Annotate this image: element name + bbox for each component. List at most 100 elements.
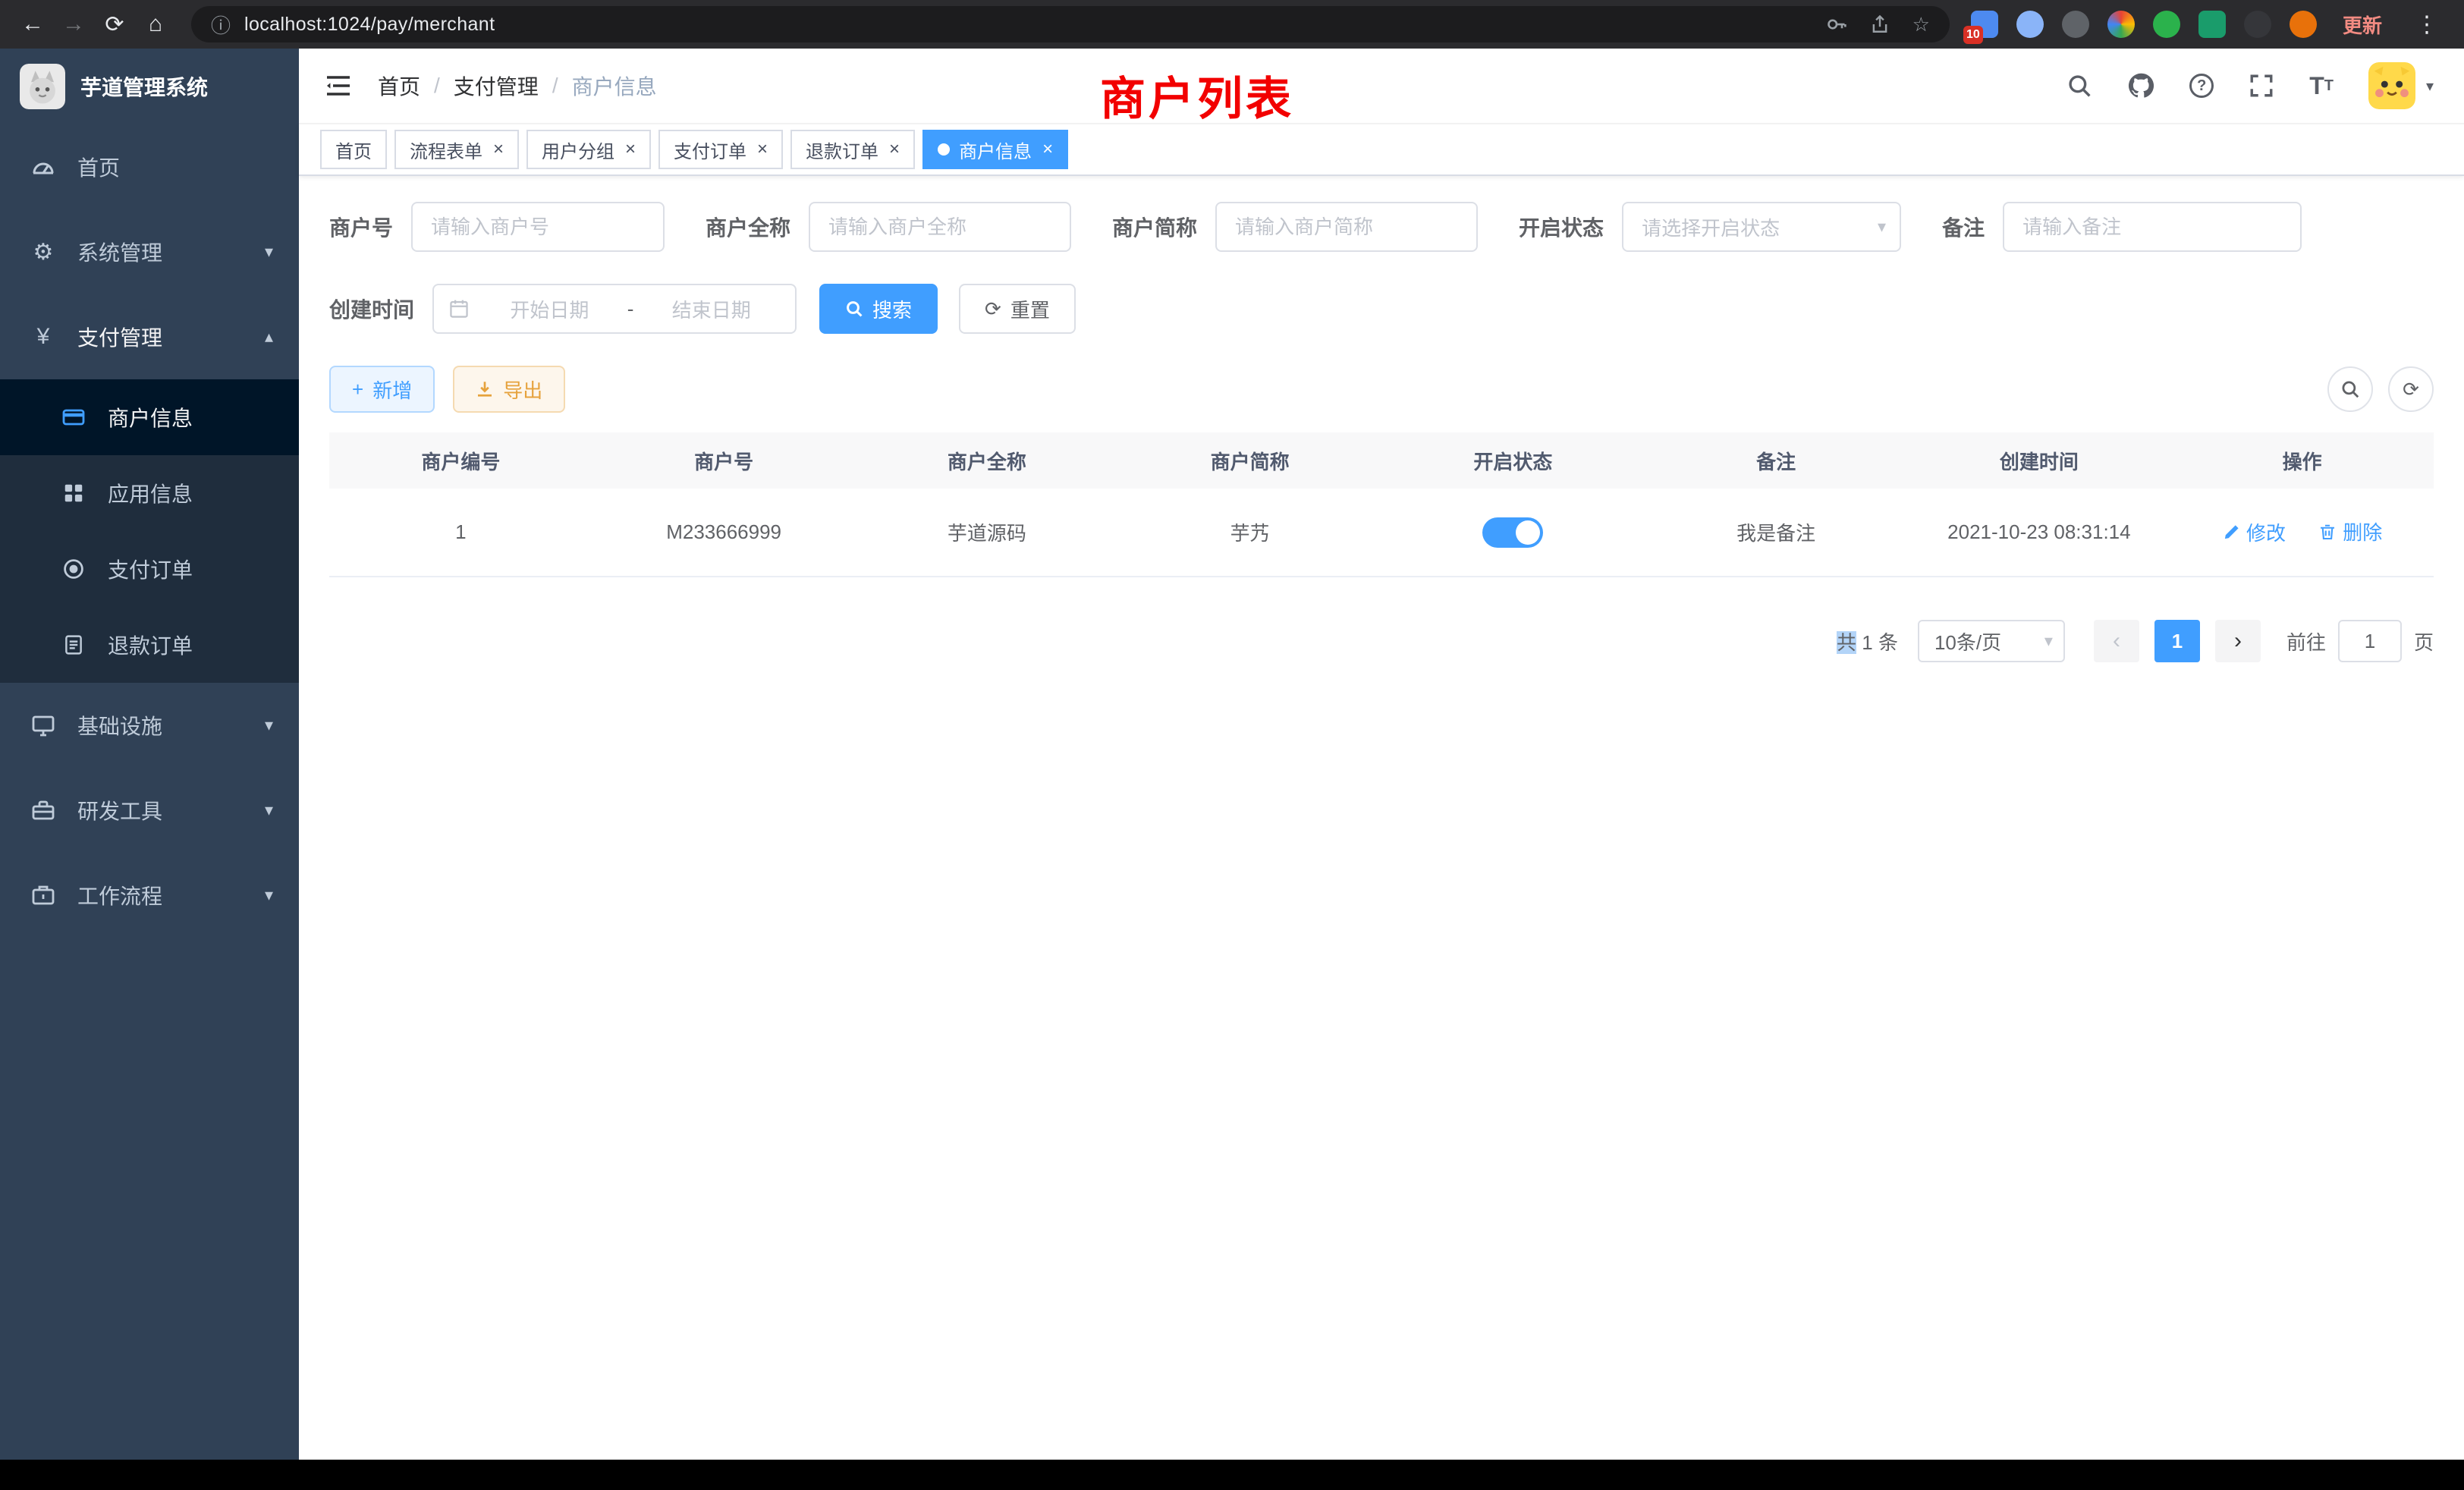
sidebar-item-label: 支付管理 [77, 322, 162, 352]
extension-icon-5[interactable] [2153, 11, 2180, 38]
browser-profile-avatar[interactable] [2290, 11, 2317, 38]
cell-short-name: 芋艿 [1118, 489, 1381, 577]
filter-row-1: 商户号 商户全称 商户简称 开启状态 请选择开启状态 [329, 202, 2434, 252]
sidebar-item-app-info[interactable]: 应用信息 [0, 455, 299, 531]
browser-chrome: ← → ⟳ ⌂ ⓘ localhost:1024/pay/merchant ☆ … [0, 0, 2464, 49]
sidebar-item-pay-order[interactable]: 支付订单 [0, 531, 299, 607]
help-icon[interactable]: ? [2189, 74, 2214, 98]
refresh-table-button[interactable]: ⟳ [2388, 366, 2434, 412]
col-header: 创建时间 [1908, 432, 2171, 489]
cell-remark: 我是备注 [1645, 489, 1908, 577]
back-icon[interactable]: ← [12, 5, 53, 44]
chevron-down-icon: ▾ [265, 715, 273, 735]
tab-home[interactable]: 首页 [320, 130, 387, 169]
extension-icon-3[interactable] [2062, 11, 2089, 38]
page-unit-label: 页 [2414, 627, 2434, 655]
close-icon[interactable]: × [757, 139, 768, 160]
password-key-icon[interactable] [1826, 14, 1847, 35]
prev-page-button[interactable]: ‹ [2094, 620, 2139, 662]
user-avatar[interactable]: ▾ [2368, 62, 2434, 109]
sidebar-item-system[interactable]: ⚙ 系统管理 ▾ [0, 209, 299, 294]
sidebar-item-label: 首页 [77, 152, 120, 182]
sidebar-item-dev-tools[interactable]: 研发工具 ▾ [0, 768, 299, 853]
status-toggle[interactable] [1482, 517, 1543, 548]
show-search-toggle-button[interactable] [2327, 366, 2373, 412]
sidebar-item-label: 研发工具 [77, 795, 162, 825]
extension-icon-2[interactable] [2016, 11, 2044, 38]
app-title: 芋道管理系统 [80, 71, 208, 102]
trash-icon [2318, 522, 2337, 542]
sidebar-toggle-icon[interactable] [299, 49, 378, 123]
site-info-icon[interactable]: ⓘ [211, 11, 231, 39]
browser-menu-icon[interactable]: ⋮ [2408, 11, 2446, 38]
add-button-label: 新增 [372, 376, 412, 404]
status-select[interactable]: 请选择开启状态 ▾ [1622, 202, 1901, 252]
bookmark-star-icon[interactable]: ☆ [1912, 13, 1930, 36]
close-icon[interactable]: × [889, 139, 900, 160]
extension-icon-1[interactable]: 10 [1971, 11, 1998, 38]
refresh-icon[interactable]: ⟳ [94, 5, 135, 44]
sidebar-logo[interactable]: 芋道管理系统 [0, 49, 299, 124]
sidebar-item-label: 应用信息 [108, 478, 193, 508]
url-bar[interactable]: ⓘ localhost:1024/pay/merchant ☆ [191, 6, 1950, 42]
tab-pay-order[interactable]: 支付订单 × [658, 130, 783, 169]
col-header: 商户编号 [329, 432, 592, 489]
breadcrumb-payment[interactable]: 支付管理 [454, 71, 539, 101]
cell-status [1381, 489, 1645, 577]
home-icon[interactable]: ⌂ [135, 5, 176, 44]
extension-icon-4[interactable] [2107, 11, 2135, 38]
sidebar-item-merchant-info[interactable]: 商户信息 [0, 379, 299, 455]
page: ← → ⟳ ⌂ ⓘ localhost:1024/pay/merchant ☆ … [0, 0, 2464, 1490]
forward-icon[interactable]: → [53, 5, 94, 44]
extension-icon-6[interactable] [2198, 11, 2226, 38]
next-page-button[interactable]: › [2215, 620, 2261, 662]
font-size-icon[interactable]: TT [2309, 74, 2334, 98]
sidebar-item-payment[interactable]: ¥ 支付管理 ▴ [0, 294, 299, 379]
delete-link[interactable]: 删除 [2318, 517, 2382, 545]
breadcrumb-home[interactable]: 首页 [378, 71, 420, 101]
total-prefix: 共 [1837, 631, 1856, 654]
share-icon[interactable] [1870, 14, 1890, 35]
short-name-input[interactable] [1215, 202, 1478, 252]
merchant-no-input[interactable] [411, 202, 665, 252]
search-icon [845, 300, 863, 318]
sidebar-item-home[interactable]: 首页 [0, 124, 299, 209]
full-name-input[interactable] [809, 202, 1071, 252]
goto-page-input[interactable] [2338, 620, 2402, 662]
plus-icon: + [352, 378, 363, 401]
add-button[interactable]: + 新增 [329, 366, 435, 413]
tab-merchant-info[interactable]: 商户信息 × [922, 130, 1068, 169]
tab-user-group[interactable]: 用户分组 × [526, 130, 651, 169]
tab-process-form[interactable]: 流程表单 × [394, 130, 519, 169]
close-icon[interactable]: × [1042, 139, 1053, 160]
extension-icon-7[interactable] [2244, 11, 2271, 38]
github-icon[interactable] [2127, 72, 2154, 99]
col-header: 商户全称 [856, 432, 1119, 489]
sidebar-item-refund-order[interactable]: 退款订单 [0, 607, 299, 683]
browser-update-button[interactable]: 更新 [2343, 11, 2382, 39]
breadcrumb-current: 商户信息 [572, 71, 657, 101]
search-button[interactable]: 搜索 [819, 284, 938, 334]
tab-refund-order[interactable]: 退款订单 × [790, 130, 915, 169]
remark-input[interactable] [2003, 202, 2302, 252]
page-size-select[interactable]: 10条/页 ▾ [1918, 620, 2065, 662]
export-button[interactable]: 导出 [453, 366, 565, 413]
close-icon[interactable]: × [493, 139, 504, 160]
col-header: 操作 [2170, 432, 2434, 489]
search-icon[interactable] [2066, 73, 2092, 99]
dashboard-icon [30, 155, 56, 179]
avatar-image [2368, 62, 2415, 109]
briefcase-icon [30, 883, 56, 907]
fullscreen-icon[interactable] [2249, 73, 2274, 99]
url-text: localhost:1024/pay/merchant [244, 14, 495, 36]
col-header: 开启状态 [1381, 432, 1645, 489]
sidebar-item-infrastructure[interactable]: 基础设施 ▾ [0, 683, 299, 768]
reset-button[interactable]: ⟳ 重置 [959, 284, 1076, 334]
page-number-1[interactable]: 1 [2154, 620, 2200, 662]
edit-link[interactable]: 修改 [2222, 518, 2286, 546]
main-content: 商户号 商户全称 商户简称 开启状态 请选择开启状态 [299, 176, 2464, 1460]
active-dot [938, 143, 950, 156]
date-range-picker[interactable]: 开始日期 - 结束日期 [432, 284, 797, 334]
close-icon[interactable]: × [625, 139, 636, 160]
sidebar-item-workflow[interactable]: 工作流程 ▾ [0, 853, 299, 938]
